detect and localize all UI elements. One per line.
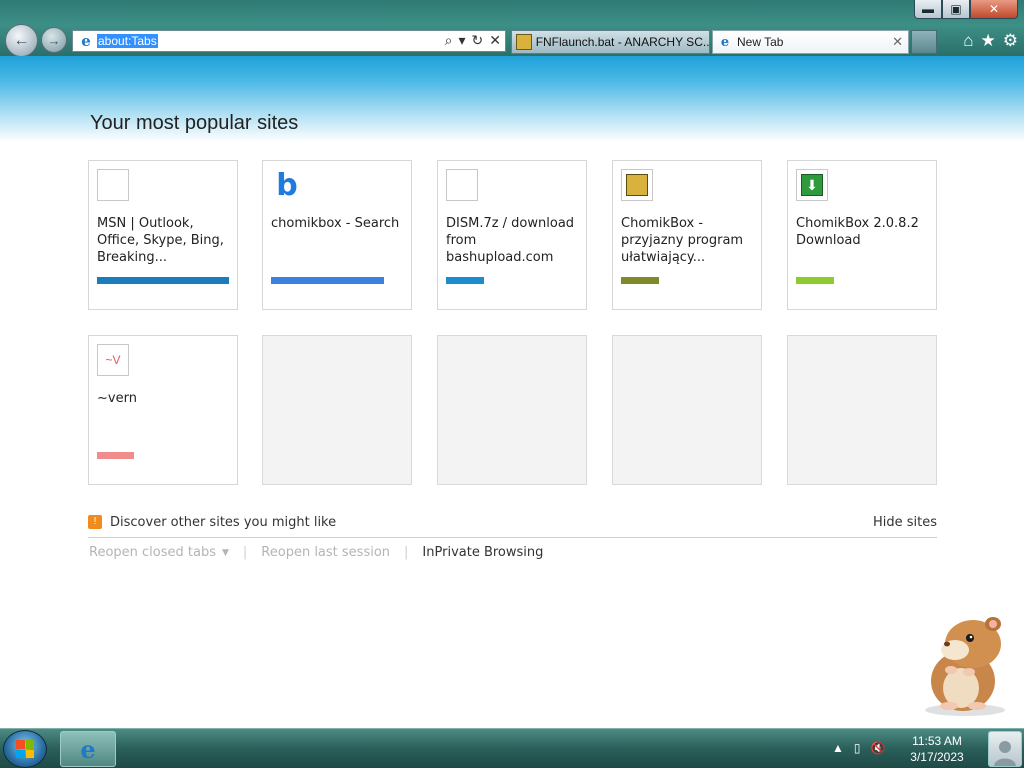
separator: | — [242, 545, 248, 560]
lightbulb-icon: ! — [88, 515, 102, 529]
reopen-closed-tabs-link[interactable]: Reopen closed tabs — [89, 545, 216, 560]
empty-tile — [612, 335, 762, 485]
close-button[interactable]: ✕ — [970, 0, 1018, 19]
person-icon — [994, 741, 1016, 766]
stop-icon[interactable]: ✕ — [489, 32, 501, 49]
tab-fnflaunch[interactable]: FNFlaunch.bat - ANARCHY SC... — [511, 30, 710, 54]
tab-new-tab[interactable]: e New Tab ✕ — [712, 30, 909, 54]
hamster-mascot-icon — [925, 617, 1005, 716]
new-tab-page: Your most popular sites MSN | Outlook, O… — [0, 56, 1024, 728]
tile-title: ChomikBox - przyjazny program ułatwiając… — [621, 216, 744, 265]
popularity-bar — [796, 277, 834, 284]
separator: | — [404, 545, 409, 560]
address-bar[interactable]: e about:Tabs ⌕ ▾ ↻ ✕ — [72, 30, 506, 52]
empty-tile — [262, 335, 412, 485]
clock-date: 3/17/2023 — [910, 750, 964, 764]
site-tile-vern[interactable]: ~V ~vern — [88, 335, 238, 485]
volume-muted-icon[interactable]: 🔇 — [871, 741, 886, 755]
tile-title: ~vern — [97, 391, 137, 406]
site-tile-chomikbox-search[interactable]: b chomikbox - Search — [262, 160, 412, 310]
tile-title: ChomikBox 2.0.8.2 Download — [796, 216, 919, 248]
popularity-bar — [446, 277, 484, 284]
browser-chrome: ▬ ▣ ✕ ← → e about:Tabs ⌕ ▾ ↻ ✕ FNFlaunch… — [0, 0, 1024, 57]
tile-title: chomikbox - Search — [271, 216, 400, 231]
system-tray: ▲ ▯ 🔇 — [832, 741, 885, 755]
address-actions: ⌕ ▾ ↻ ✕ — [445, 32, 501, 49]
arrow-right-icon: → — [47, 32, 61, 48]
clock-time: 11:53 AM — [912, 734, 962, 748]
ie-icon: e — [720, 34, 730, 50]
show-hidden-icons-icon[interactable]: ▲ — [832, 741, 844, 755]
ie-icon: e — [80, 734, 96, 764]
tab-label: FNFlaunch.bat - ANARCHY SC... — [535, 35, 709, 49]
arrow-left-icon: ← — [13, 31, 30, 49]
address-input[interactable]: about:Tabs — [97, 34, 158, 48]
bing-icon: b — [271, 168, 303, 203]
favorites-star-icon[interactable]: ★ — [981, 31, 996, 51]
chomikbox-icon — [621, 169, 653, 201]
chomikbox-icon — [516, 34, 532, 50]
download-arrow-icon: ⬇ — [796, 169, 828, 201]
tile-title: MSN | Outlook, Office, Skype, Bing, Brea… — [97, 216, 224, 265]
start-button[interactable] — [3, 730, 47, 768]
taskbar: e ▲ ▯ 🔇 11:53 AM 3/17/2023 — [0, 728, 1024, 768]
home-icon[interactable]: ⌂ — [963, 31, 973, 51]
discover-row: ! Discover other sites you might like Hi… — [88, 514, 937, 538]
command-icons: ⌂ ★ ⚙ — [963, 31, 1018, 51]
empty-tile — [787, 335, 937, 485]
network-icon[interactable]: ▯ — [854, 741, 861, 755]
site-tile-chomikbox[interactable]: ChomikBox - przyjazny program ułatwiając… — [612, 160, 762, 310]
popularity-bar — [621, 277, 659, 284]
popularity-bar — [97, 452, 134, 459]
refresh-icon[interactable]: ↻ — [472, 32, 484, 49]
new-tab-button[interactable] — [911, 30, 937, 54]
dropdown-icon[interactable]: ▾ — [459, 32, 466, 49]
reopen-last-session-link[interactable]: Reopen last session — [261, 545, 390, 560]
site-tile-chomikbox-download[interactable]: ⬇ ChomikBox 2.0.8.2 Download — [787, 160, 937, 310]
empty-tile — [437, 335, 587, 485]
taskbar-internet-explorer[interactable]: e — [60, 731, 116, 767]
minimize-button[interactable]: ▬ — [914, 0, 942, 19]
windows-logo-icon — [16, 740, 34, 758]
ie-page-icon: e — [81, 32, 91, 50]
site-tile-msn[interactable]: MSN | Outlook, Office, Skype, Bing, Brea… — [88, 160, 238, 310]
chevron-down-icon[interactable]: ▼ — [222, 548, 229, 558]
tab-label: New Tab — [737, 35, 784, 49]
close-tab-icon[interactable]: ✕ — [892, 34, 903, 50]
search-icon[interactable]: ⌕ — [445, 32, 453, 49]
window-controls: ▬ ▣ ✕ — [914, 0, 1018, 20]
popularity-bar — [97, 277, 229, 284]
gear-icon[interactable]: ⚙ — [1003, 31, 1018, 51]
page-title: Your most popular sites — [90, 112, 299, 134]
blank-icon — [97, 169, 129, 201]
site-tile-dism[interactable]: DISM.7z / download from bashupload.com — [437, 160, 587, 310]
popularity-bar — [271, 277, 384, 284]
forward-button[interactable]: → — [41, 27, 67, 53]
vern-icon: ~V — [97, 344, 129, 376]
clock[interactable]: 11:53 AM 3/17/2023 — [906, 733, 968, 765]
tab-links-row: Reopen closed tabs ▼ | Reopen last sessi… — [89, 545, 543, 560]
maximize-button[interactable]: ▣ — [942, 0, 970, 19]
hide-sites-link[interactable]: Hide sites — [873, 515, 937, 530]
blank-icon — [446, 169, 478, 201]
tile-title: DISM.7z / download from bashupload.com — [446, 216, 575, 265]
inprivate-browsing-link[interactable]: InPrivate Browsing — [422, 545, 543, 560]
back-button[interactable]: ← — [5, 24, 38, 57]
user-avatar-icon[interactable] — [988, 731, 1022, 767]
discover-sites-link[interactable]: Discover other sites you might like — [110, 515, 336, 530]
